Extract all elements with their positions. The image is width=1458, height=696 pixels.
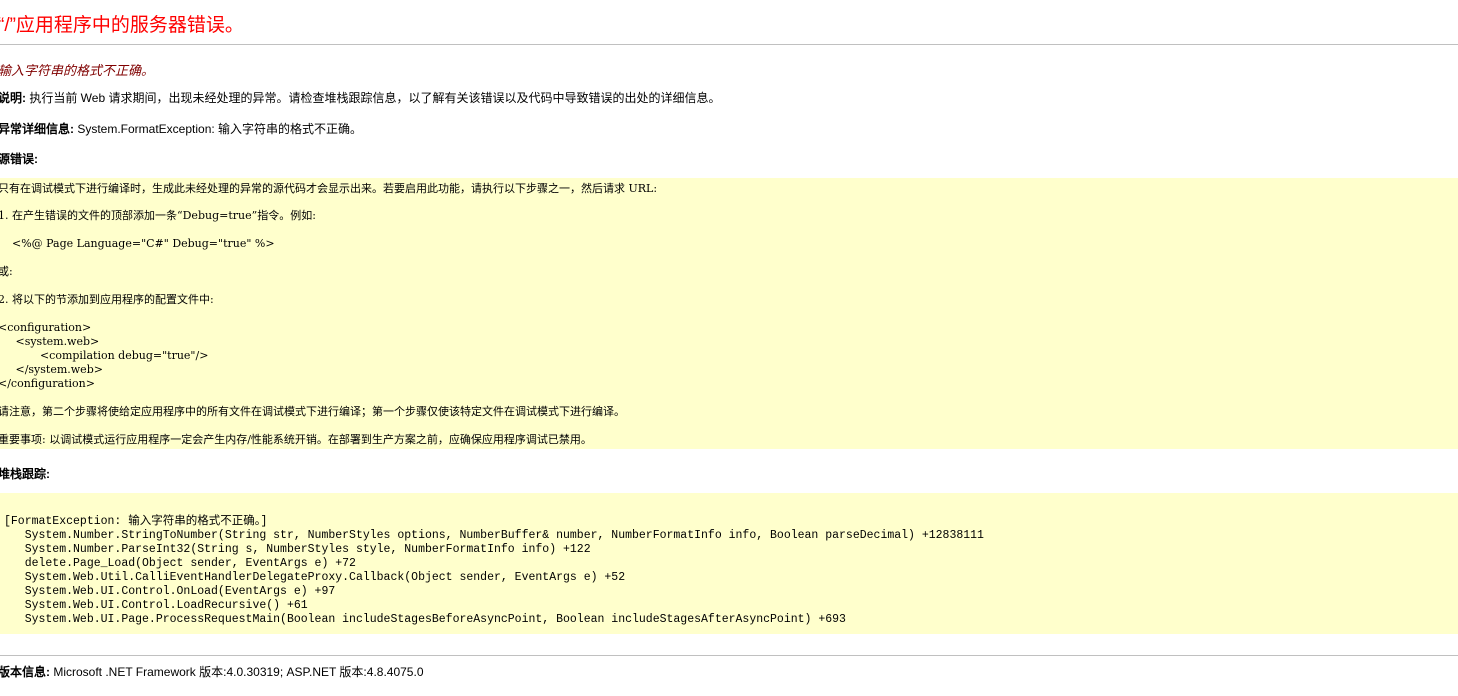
stack-trace-heading: 堆栈跟踪:: [0, 465, 50, 482]
footer-divider: [0, 655, 1458, 656]
source-error-heading: 源错误:: [0, 150, 38, 167]
stack-trace-text: [FormatException: 输入字符串的格式不正确。] System.N…: [4, 515, 984, 626]
source-error-note: 请注意，第二个步骤将使给定应用程序中的所有文件在调试模式下进行编译；第一个步骤仅…: [0, 405, 625, 418]
source-error-or: 或:: [0, 265, 13, 278]
source-error-step1-code: <%@ Page Language="C#" Debug="true" %>: [0, 237, 275, 250]
source-error-label: 源错误:: [0, 152, 38, 166]
source-error-important: 重要事项: 以调试模式运行应用程序一定会产生内存/性能系统开销。在部署到生产方案…: [0, 433, 592, 446]
version-label: 版本信息:: [0, 665, 50, 679]
description-label: 说明:: [0, 91, 26, 105]
description-text: 执行当前 Web 请求期间，出现未经处理的异常。请检查堆栈跟踪信息，以了解有关该…: [26, 91, 721, 105]
exception-details-line: 异常详细信息: System.FormatException: 输入字符串的格式…: [0, 120, 362, 137]
source-error-box: 只有在调试模式下进行编译时，生成此未经处理的异常的源代码才会显示出来。若要启用此…: [0, 178, 1458, 449]
stack-trace-label: 堆栈跟踪:: [0, 467, 50, 481]
stack-trace-box: [FormatException: 输入字符串的格式不正确。] System.N…: [0, 493, 1458, 634]
version-info-line: 版本信息: Microsoft .NET Framework 版本:4.0.30…: [0, 663, 424, 680]
version-text: Microsoft .NET Framework 版本:4.0.30319; A…: [50, 665, 424, 679]
description-line: 说明: 执行当前 Web 请求期间，出现未经处理的异常。请检查堆栈跟踪信息，以了…: [0, 89, 720, 106]
title-divider: [0, 44, 1458, 45]
source-error-step2: 2. 将以下的节添加到应用程序的配置文件中:: [0, 293, 214, 306]
source-error-intro: 只有在调试模式下进行编译时，生成此未经处理的异常的源代码才会显示出来。若要启用此…: [0, 182, 658, 195]
error-message: 输入字符串的格式不正确。: [0, 63, 155, 78]
source-error-config-code: <configuration> <system.web> <compilatio…: [0, 321, 209, 390]
source-error-step1: 1. 在产生错误的文件的顶部添加一条“Debug=true”指令。例如:: [0, 209, 316, 222]
exception-text: System.FormatException: 输入字符串的格式不正确。: [74, 122, 363, 136]
exception-label: 异常详细信息:: [0, 122, 74, 136]
page-title: “/”应用程序中的服务器错误。: [0, 15, 244, 36]
